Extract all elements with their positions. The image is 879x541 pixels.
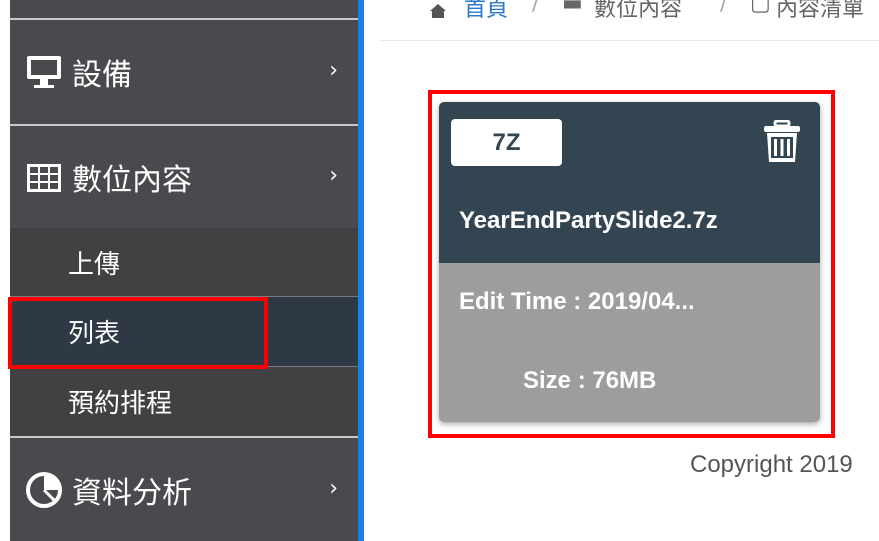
sidebar-item-devices[interactable]: 設備 › xyxy=(10,20,358,124)
highlight-box xyxy=(8,297,268,369)
pie-chart-icon xyxy=(26,472,62,508)
highlight-box xyxy=(428,90,835,438)
grid-icon xyxy=(27,164,61,192)
copyright-text: Copyright 2019 xyxy=(690,451,853,478)
breadcrumb-list-icon: ▬ xyxy=(562,0,583,16)
chevron-right-icon: › xyxy=(329,58,338,83)
sidebar-subitem-label: 上傳 xyxy=(68,249,121,280)
sidebar-subitem-upload[interactable]: 上傳 xyxy=(10,228,358,296)
sidebar: 設備 › 數位內容 › 上傳 列表 預約排程 資料分析 › xyxy=(10,0,358,541)
sidebar-item-label: 設備 xyxy=(72,58,132,93)
sidebar-accent-bar xyxy=(358,0,364,541)
chevron-right-icon: › xyxy=(329,163,338,188)
breadcrumb: 首頁 / ▬ 數位內容 / ▢ 內容清單 xyxy=(380,0,879,41)
monitor-icon xyxy=(27,56,61,88)
sidebar-item-digital-content[interactable]: 數位內容 › xyxy=(10,126,358,228)
sidebar-item-label: 數位內容 xyxy=(72,163,192,198)
sidebar-subitem-schedule[interactable]: 預約排程 xyxy=(10,367,358,436)
sidebar-item-label: 資料分析 xyxy=(72,475,192,511)
sidebar-subitem-label: 預約排程 xyxy=(68,389,173,419)
breadcrumb-separator: / xyxy=(532,0,540,16)
breadcrumb-home[interactable]: 首頁 xyxy=(464,0,508,23)
sidebar-item-data-analysis[interactable]: 資料分析 › xyxy=(10,438,358,541)
breadcrumb-page-icon: ▢ xyxy=(750,0,771,16)
breadcrumb-separator: / xyxy=(720,0,728,16)
chevron-right-icon: › xyxy=(329,475,338,501)
home-icon xyxy=(430,4,446,18)
breadcrumb-content-list: 內容清單 xyxy=(776,0,865,22)
breadcrumb-digital-content[interactable]: 數位內容 xyxy=(594,0,682,23)
